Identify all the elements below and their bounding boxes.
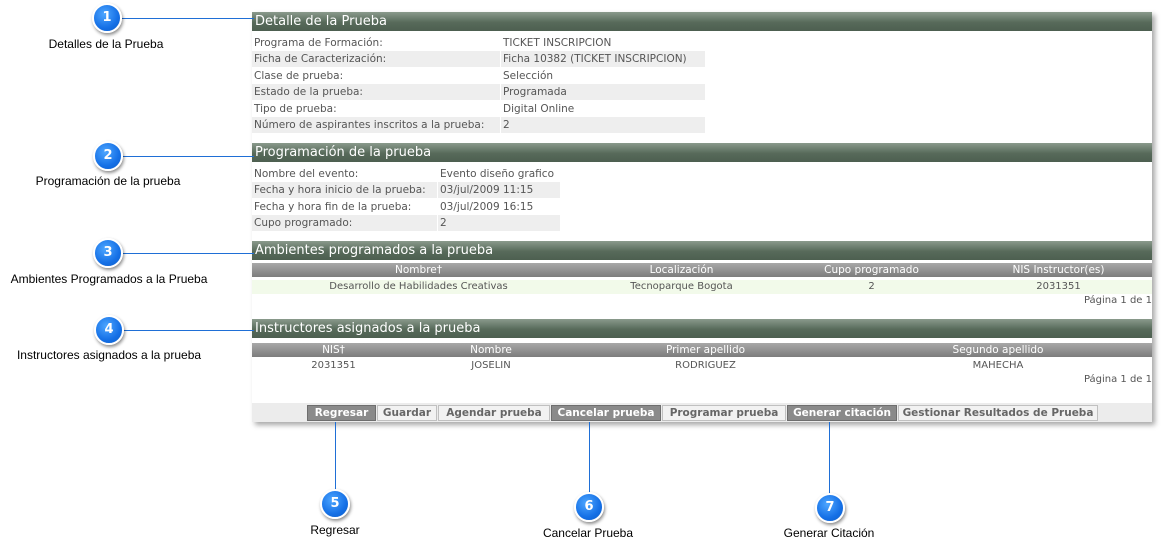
column-header-nis[interactable]: NIS† <box>252 343 415 357</box>
gestionar-resultados-button[interactable]: Gestionar Resultados de Prueba <box>898 405 1098 421</box>
generar-citacion-button[interactable]: Generar citación <box>787 405 897 421</box>
field-label: Estado de la prueba: <box>252 84 500 101</box>
action-toolbar: Regresar Guardar Agendar prueba Cancelar… <box>252 403 1152 422</box>
agendar-prueba-button[interactable]: Agendar prueba <box>438 405 550 421</box>
column-header-nombre[interactable]: Nombre† <box>252 263 585 277</box>
table-row[interactable]: Desarrollo de Habilidades Creativas Tecn… <box>252 280 1152 294</box>
callout-label-1: Detalles de la Prueba <box>48 37 164 51</box>
cell-nis-instructor: 2031351 <box>1036 281 1081 292</box>
prueba-panel: Detalle de la Prueba Programa de Formaci… <box>252 12 1152 422</box>
callout-marker-2: 2 <box>93 141 123 171</box>
callout-connector <box>124 330 254 331</box>
field-label: Fecha y hora fin de la prueba: <box>254 200 412 213</box>
field-value: 03/jul/2009 11:15 <box>438 182 560 199</box>
field-label: Clase de prueba: <box>254 69 344 82</box>
instructores-grid-header: NIS† Nombre Primer apellido Segundo apel… <box>252 343 1152 357</box>
section-title-instructores: Instructores asignados a la prueba <box>252 319 1152 338</box>
column-header-segundo-apellido[interactable]: Segundo apellido <box>844 343 1152 357</box>
field-label: Tipo de prueba: <box>254 102 337 115</box>
callout-connector <box>122 18 254 19</box>
field-value: 2 <box>438 215 560 232</box>
field-value: 2 <box>501 116 705 133</box>
cancelar-prueba-button[interactable]: Cancelar prueba <box>551 405 661 421</box>
column-header-nombre[interactable]: Nombre <box>415 343 567 357</box>
field-label: Fecha y hora inicio de la prueba: <box>252 182 437 199</box>
column-header-cupo[interactable]: Cupo programado <box>778 263 965 277</box>
section-title-programacion: Programación de la prueba <box>252 143 1152 162</box>
callout-marker-1: 1 <box>92 3 122 33</box>
field-label: Nombre del evento: <box>254 168 359 180</box>
callout-connector <box>123 253 254 254</box>
field-label: Cupo programado: <box>252 215 437 232</box>
field-value: 03/jul/2009 16:15 <box>440 200 534 213</box>
callout-connector <box>335 422 336 491</box>
ambientes-grid-header: Nombre† Localización Cupo programado NIS… <box>252 263 1152 277</box>
callout-marker-5: 5 <box>320 489 350 519</box>
column-header-nis-instructor[interactable]: NIS Instructor(es) <box>965 263 1152 277</box>
instructores-pager: Página 1 de 1 <box>1083 374 1152 385</box>
cell-primer-apellido: RODRIGUEZ <box>675 360 736 371</box>
cell-nombre: Desarrollo de Habilidades Creativas <box>329 281 508 292</box>
callout-label-5: Regresar <box>310 523 360 537</box>
cell-localizacion: Tecnoparque Bogota <box>630 281 733 292</box>
callout-connector <box>589 422 590 493</box>
field-label: Número de aspirantes inscritos a la prue… <box>252 116 500 133</box>
cell-nombre: JOSELIN <box>471 360 511 371</box>
cell-segundo-apellido: MAHECHA <box>972 360 1024 371</box>
callout-label-7: Generar Citación <box>783 526 875 540</box>
column-header-primer-apellido[interactable]: Primer apellido <box>567 343 844 357</box>
field-value: Ficha 10382 (TICKET INSCRIPCION) <box>501 51 705 68</box>
callout-connector <box>829 422 830 494</box>
cell-cupo: 2 <box>868 281 875 292</box>
field-label: Ficha de Caracterización: <box>252 51 500 68</box>
ambientes-pager: Página 1 de 1 <box>1083 295 1152 306</box>
callout-label-3: Ambientes Programados a la Prueba <box>10 272 208 286</box>
callout-marker-6: 6 <box>574 492 604 522</box>
callout-marker-7: 7 <box>815 493 845 523</box>
field-value: Programada <box>501 84 705 101</box>
table-row[interactable]: 2031351 JOSELIN RODRIGUEZ MAHECHA <box>252 359 1152 373</box>
programar-prueba-button[interactable]: Programar prueba <box>662 405 786 421</box>
callout-label-4: Instructores asignados a la prueba <box>16 348 202 362</box>
field-value: Evento diseño grafico <box>440 168 554 180</box>
callout-label-6: Cancelar Prueba <box>542 526 634 540</box>
callout-marker-4: 4 <box>94 315 124 345</box>
field-value: TICKET INSCRIPCION <box>503 37 612 49</box>
cell-nis: 2031351 <box>311 360 356 371</box>
field-label: Programa de Formación: <box>254 37 383 49</box>
field-value: Selección <box>503 69 554 82</box>
column-header-localizacion[interactable]: Localización <box>585 263 778 277</box>
section-title-ambientes: Ambientes programados a la prueba <box>252 241 1152 260</box>
field-value: Digital Online <box>503 102 575 115</box>
callout-connector <box>123 156 254 157</box>
section-title-detalle: Detalle de la Prueba <box>252 12 1152 31</box>
callout-label-2: Programación de la prueba <box>35 174 181 188</box>
guardar-button[interactable]: Guardar <box>377 405 437 421</box>
regresar-button[interactable]: Regresar <box>307 405 376 421</box>
callout-marker-3: 3 <box>93 238 123 268</box>
